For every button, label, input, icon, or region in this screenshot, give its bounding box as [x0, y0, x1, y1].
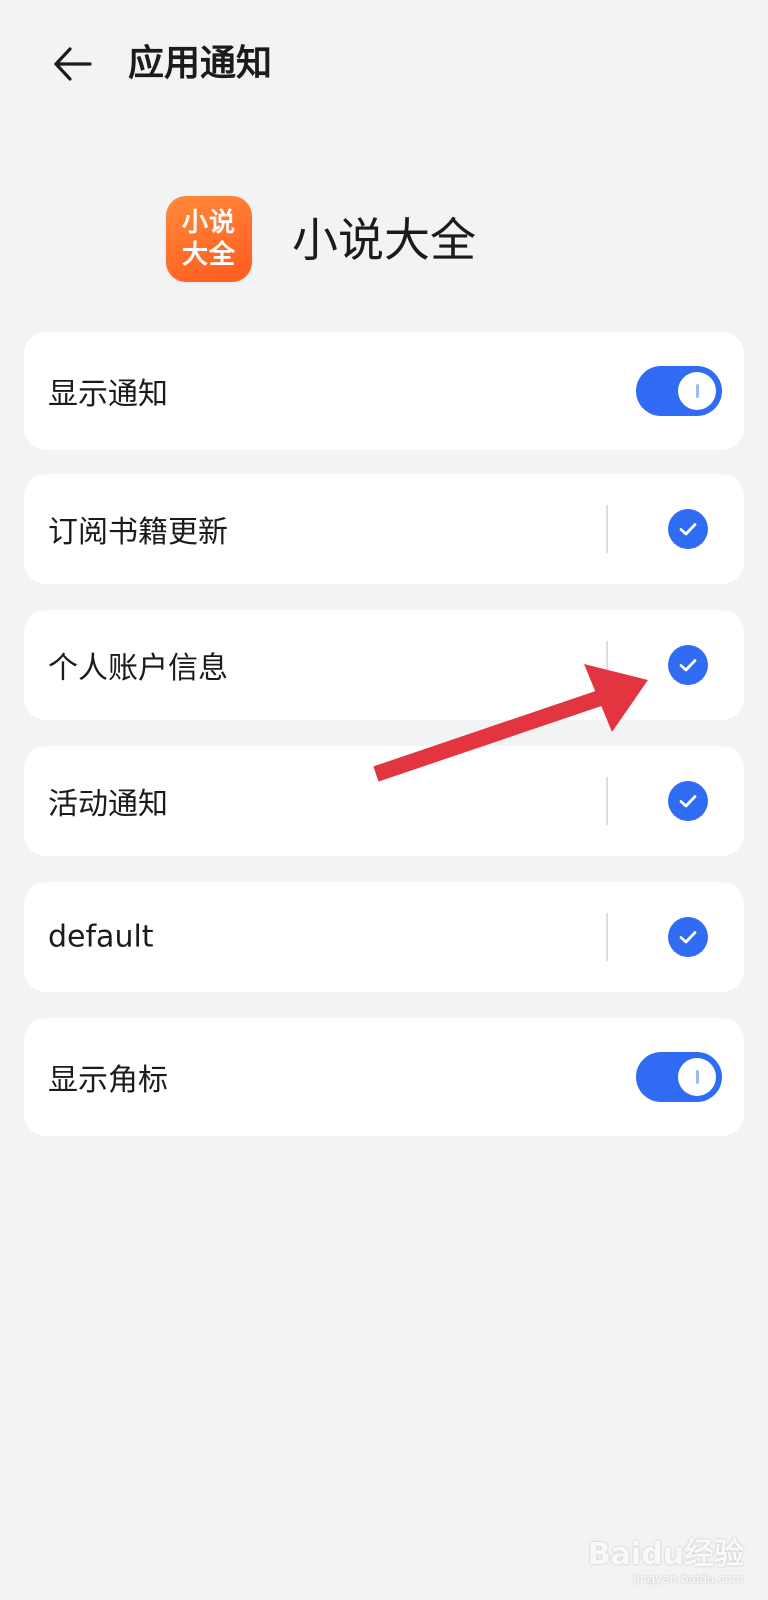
row-divider: [606, 641, 608, 689]
checkmark-icon: [679, 659, 697, 672]
row-divider: [606, 777, 608, 825]
channel-row-default[interactable]: default: [24, 882, 744, 992]
row-divider: [606, 913, 608, 961]
show-notifications-label: 显示通知: [48, 377, 168, 412]
app-icon-text-line2: 大全: [181, 240, 236, 270]
checkmark-icon: [679, 795, 697, 808]
checkbox-checked[interactable]: [668, 509, 708, 549]
channel-row-activity[interactable]: 活动通知: [24, 746, 744, 856]
watermark-brand: Baidu经验: [587, 1537, 744, 1572]
top-app-bar: 应用通知: [0, 0, 768, 128]
checkmark-icon: [679, 931, 697, 944]
channel-row-account-info[interactable]: 个人账户信息: [24, 610, 744, 720]
toggle-knob: [678, 1058, 716, 1096]
checkbox-checked[interactable]: [668, 781, 708, 821]
app-identity: 小说 大全 小说大全: [0, 192, 768, 282]
arrow-left-icon: [54, 47, 92, 81]
channel-row-book-updates[interactable]: 订阅书籍更新: [24, 474, 744, 584]
checkmark-icon: [679, 523, 697, 536]
app-icon-text-line1: 小说: [181, 208, 236, 238]
toggle-knob: [678, 372, 716, 410]
app-icon: 小说 大全: [166, 196, 252, 282]
watermark: Baidu经验 jingyan.baidu.com: [587, 1537, 744, 1587]
show-badge-toggle[interactable]: [636, 1052, 722, 1102]
show-notifications-toggle[interactable]: [636, 366, 722, 416]
channel-label: 个人账户信息: [48, 651, 228, 686]
show-notifications-row[interactable]: 显示通知: [24, 332, 744, 450]
watermark-url: jingyan.baidu.com: [633, 1572, 744, 1586]
page-title: 应用通知: [128, 43, 273, 84]
channel-label: 订阅书籍更新: [48, 515, 228, 550]
checkbox-checked[interactable]: [668, 917, 708, 957]
show-badge-label: 显示角标: [48, 1063, 168, 1098]
channel-label: default: [48, 919, 154, 955]
row-divider: [606, 505, 608, 553]
channel-label: 活动通知: [48, 787, 168, 822]
show-badge-row[interactable]: 显示角标: [24, 1018, 744, 1136]
app-name: 小说大全: [292, 213, 476, 267]
back-button[interactable]: [44, 36, 100, 92]
checkbox-checked[interactable]: [668, 645, 708, 685]
